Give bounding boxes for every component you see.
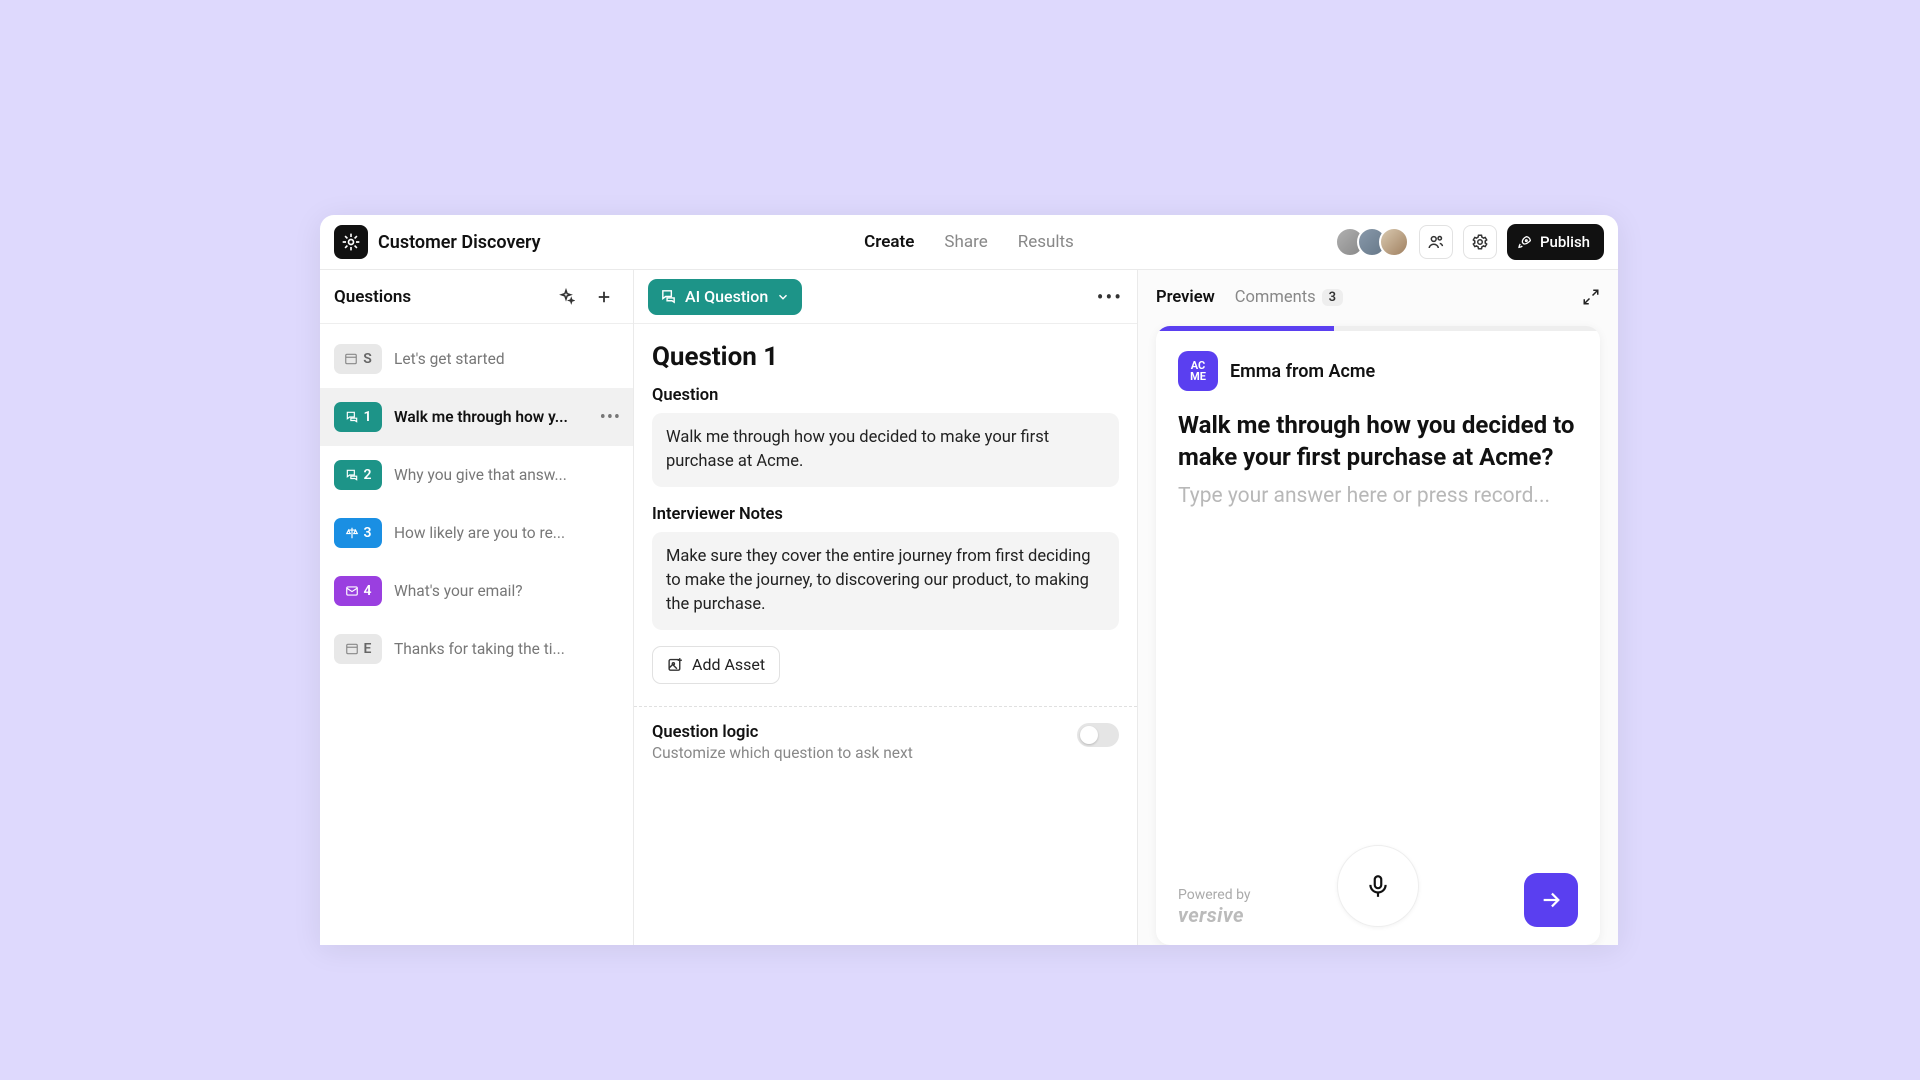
preview-card: AC ME Emma from Acme Walk me through how… <box>1156 326 1600 945</box>
invite-button[interactable] <box>1419 225 1453 259</box>
expand-icon <box>1582 288 1600 306</box>
add-asset-button[interactable]: Add Asset <box>652 646 780 684</box>
settings-button[interactable] <box>1463 225 1497 259</box>
expand-preview-button[interactable] <box>1582 288 1600 306</box>
sidebar-item-label: Thanks for taking the ti... <box>394 640 619 658</box>
chat-icon <box>345 468 359 482</box>
tab-preview[interactable]: Preview <box>1156 288 1215 307</box>
image-plus-icon <box>667 656 684 673</box>
arrow-right-icon <box>1540 889 1562 911</box>
next-button[interactable] <box>1524 873 1578 927</box>
item-more-button[interactable]: ••• <box>600 407 621 428</box>
persona-header: AC ME Emma from Acme <box>1178 351 1578 391</box>
app-window: Customer Discovery Create Share Results <box>320 215 1618 945</box>
record-button[interactable] <box>1337 845 1419 927</box>
notes-field-label: Interviewer Notes <box>652 505 1119 524</box>
publish-button[interactable]: Publish <box>1507 224 1604 260</box>
people-icon <box>1427 233 1445 251</box>
chat-icon <box>345 410 359 424</box>
chat-icon <box>660 288 677 305</box>
comments-count: 3 <box>1322 289 1343 306</box>
chevron-down-icon <box>776 290 790 304</box>
add-asset-label: Add Asset <box>692 655 765 674</box>
sidebar-item-label: How likely are you to re... <box>394 524 619 542</box>
preview-question-text: Walk me through how you decided to make … <box>1178 409 1578 474</box>
layout-icon <box>345 642 359 656</box>
tab-results[interactable]: Results <box>1018 232 1074 252</box>
publish-label: Publish <box>1540 233 1590 251</box>
question-badge: S <box>334 344 382 374</box>
sparkle-icon <box>557 288 575 306</box>
editor-more-button[interactable]: ••• <box>1097 285 1123 309</box>
notes-text-input[interactable]: Make sure they cover the entire journey … <box>652 532 1119 630</box>
sidebar-item-q2[interactable]: 2 Why you give that answ... <box>320 446 633 504</box>
collaborator-avatars[interactable] <box>1343 227 1409 257</box>
app-logo <box>334 225 368 259</box>
logic-toggle[interactable] <box>1077 723 1119 747</box>
sidebar-item-label: Why you give that answ... <box>394 466 619 484</box>
question-field-label: Question <box>652 386 1119 405</box>
question-logic-row: Question logic Customize which question … <box>634 707 1137 778</box>
main-tabs: Create Share Results <box>864 232 1074 252</box>
question-badge: E <box>334 634 382 664</box>
tab-comments-label: Comments <box>1235 288 1316 307</box>
sidebar-item-q4[interactable]: 4 What's your email? <box>320 562 633 620</box>
question-editor: AI Question ••• Question 1 Question Walk… <box>634 270 1138 945</box>
tab-share[interactable]: Share <box>944 232 987 252</box>
question-badge: 3 <box>334 518 382 548</box>
add-question-button[interactable] <box>589 282 619 312</box>
question-type-label: AI Question <box>685 287 768 306</box>
avatar[interactable] <box>1379 227 1409 257</box>
rocket-icon <box>1517 234 1533 250</box>
question-badge: 2 <box>334 460 382 490</box>
answer-input[interactable]: Type your answer here or press record... <box>1178 484 1578 508</box>
question-list: S Let's get started 1 Walk me through ho… <box>320 324 633 684</box>
question-type-selector[interactable]: AI Question <box>648 279 802 315</box>
sidebar-item-q3[interactable]: 3 How likely are you to re... <box>320 504 633 562</box>
logic-title: Question logic <box>652 723 913 742</box>
question-badge: 4 <box>334 576 382 606</box>
gear-icon <box>1471 233 1489 251</box>
microphone-icon <box>1365 873 1391 899</box>
sidebar-item-label: Walk me through how y... <box>394 408 619 426</box>
tab-comments[interactable]: Comments 3 <box>1235 288 1343 307</box>
header: Customer Discovery Create Share Results <box>320 215 1618 270</box>
sidebar-item-q1[interactable]: 1 Walk me through how y... ••• <box>320 388 633 446</box>
layout-icon <box>344 352 358 366</box>
scale-icon <box>345 526 359 540</box>
sidebar-item-end[interactable]: E Thanks for taking the ti... <box>320 620 633 678</box>
question-heading: Question 1 <box>652 342 1119 372</box>
ai-generate-button[interactable] <box>551 282 581 312</box>
sidebar-item-label: Let's get started <box>394 350 619 368</box>
question-badge: 1 <box>334 402 382 432</box>
sidebar-item-label: What's your email? <box>394 582 619 600</box>
persona-logo: AC ME <box>1178 351 1218 391</box>
questions-sidebar: Questions <box>320 270 634 945</box>
sidebar-title: Questions <box>334 287 411 307</box>
tab-create[interactable]: Create <box>864 232 914 252</box>
powered-by: Powered by versive <box>1178 887 1251 927</box>
persona-name: Emma from Acme <box>1230 361 1375 382</box>
mail-icon <box>345 584 359 598</box>
project-title: Customer Discovery <box>378 232 541 253</box>
sidebar-item-start[interactable]: S Let's get started <box>320 330 633 388</box>
plus-icon <box>595 288 613 306</box>
preview-panel: Preview Comments 3 <box>1138 270 1618 945</box>
logic-subtitle: Customize which question to ask next <box>652 744 913 762</box>
question-text-input[interactable]: Walk me through how you decided to make … <box>652 413 1119 487</box>
